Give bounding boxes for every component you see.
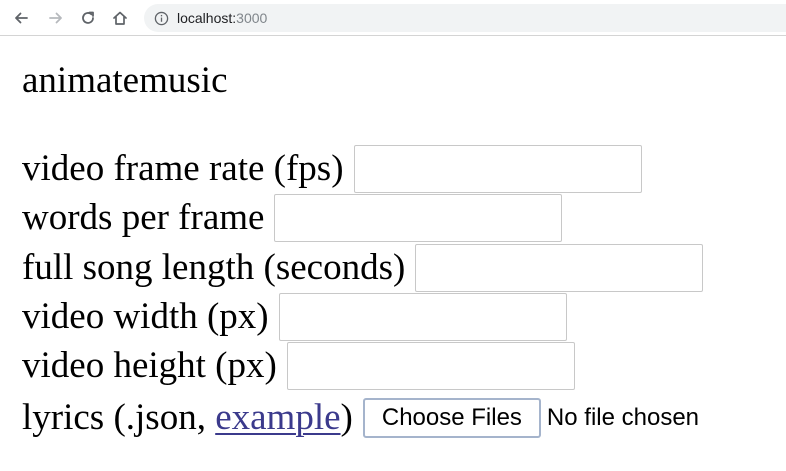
video-width-input[interactable] (278, 293, 567, 341)
file-status: No file chosen (546, 404, 700, 431)
field-row-song-length: full song length (seconds) (22, 243, 704, 293)
lyrics-label-prefix: lyrics (.json, (22, 397, 216, 438)
back-button[interactable] (9, 6, 33, 30)
field-row-words-per-frame: words per frame (22, 193, 563, 243)
video-width-label: video width (px) (22, 296, 269, 337)
reload-button[interactable] (76, 6, 100, 30)
words-per-frame-label: words per frame (22, 197, 265, 238)
field-row-video-height: video height (px) (22, 341, 575, 391)
example-link[interactable]: example (215, 397, 340, 438)
video-height-input[interactable] (286, 342, 575, 390)
url-text: localhost:3000 (177, 10, 267, 26)
lyrics-label-suffix: ) (340, 397, 353, 438)
song-length-input[interactable] (415, 244, 704, 292)
arrow-right-icon (49, 12, 62, 24)
lyrics-label: lyrics (.json, example) (22, 396, 353, 440)
home-icon (113, 11, 127, 25)
forward-button[interactable] (44, 6, 68, 30)
field-row-frame-rate: video frame rate (fps) (22, 144, 642, 194)
choose-files-button[interactable]: Choose Files (362, 398, 541, 438)
field-row-video-width: video width (px) (22, 292, 567, 342)
url-host: localhost: (177, 10, 237, 26)
address-bar[interactable]: localhost:3000 (144, 4, 786, 32)
words-per-frame-input[interactable] (274, 194, 563, 242)
page-title: animatemusic (22, 60, 228, 101)
video-height-label: video height (px) (22, 345, 277, 386)
browser-toolbar: localhost:3000 (0, 0, 786, 36)
field-row-lyrics: lyrics (.json, example) Choose Files No … (22, 393, 699, 443)
song-length-label: full song length (seconds) (22, 247, 406, 288)
home-button[interactable] (108, 6, 132, 30)
page-content: animatemusic video frame rate (fps) word… (0, 36, 786, 471)
frame-rate-input[interactable] (353, 145, 642, 193)
reload-icon (82, 11, 94, 24)
info-icon[interactable] (153, 10, 169, 26)
url-port: 3000 (236, 10, 268, 26)
frame-rate-label: video frame rate (fps) (22, 148, 344, 189)
arrow-left-icon (15, 12, 28, 24)
